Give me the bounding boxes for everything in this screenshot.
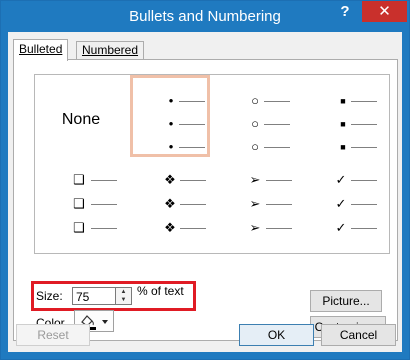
size-suffix: % of text [137, 284, 184, 298]
line-placeholder [180, 204, 206, 205]
arrowhead-icon: ➢ [249, 220, 261, 235]
size-spinner[interactable]: ▲ ▼ [116, 287, 132, 305]
bullet-option-four-diamond[interactable]: ❖ ❖ ❖ [130, 165, 210, 247]
line-placeholder [266, 228, 292, 229]
ok-button[interactable]: OK [239, 324, 314, 346]
arrowhead-icon: ➢ [249, 172, 261, 187]
line-placeholder [351, 228, 377, 229]
line-placeholder [264, 147, 290, 148]
tab-bulleted-label: Bulleted [19, 42, 63, 56]
bullet-option-hollow-square[interactable]: ❑ ❑ ❑ [41, 165, 121, 247]
hollow-square-icon: ❑ [73, 196, 85, 211]
small-dot-icon: • [168, 93, 174, 108]
size-input[interactable]: 75 [72, 287, 116, 305]
hollow-circle-icon: ○ [251, 139, 259, 154]
four-diamond-icon: ❖ [164, 196, 176, 211]
bullet-gallery: None • • • ○ ○ ○ ■ ■ ■ ❑ ❑ ❑ ❖ ❖ ❖ ➢ ➢ ➢… [34, 74, 390, 254]
line-placeholder [179, 124, 205, 125]
filled-square-icon: ■ [340, 119, 346, 129]
line-placeholder [91, 228, 117, 229]
four-diamond-icon: ❖ [164, 220, 176, 235]
none-label: None [61, 111, 101, 128]
bullet-option-small-dot[interactable]: • • • [130, 75, 210, 157]
line-placeholder [351, 204, 377, 205]
line-placeholder [91, 204, 117, 205]
tab-numbered-label: Numbered [82, 43, 139, 57]
bullet-option-filled-square[interactable]: ■ ■ ■ [305, 78, 385, 160]
filled-square-icon: ■ [340, 96, 346, 106]
checkmark-icon: ✓ [335, 220, 347, 235]
bullet-option-arrowhead[interactable]: ➢ ➢ ➢ [220, 165, 300, 247]
bullet-option-hollow-circle[interactable]: ○ ○ ○ [220, 78, 300, 160]
small-dot-icon: • [168, 116, 174, 131]
line-placeholder [351, 147, 377, 148]
line-placeholder [266, 204, 292, 205]
dialog-body: Bulleted Numbered None • • • ○ ○ ○ ■ ■ ■… [8, 32, 402, 352]
hollow-square-icon: ❑ [73, 172, 85, 187]
line-placeholder [180, 180, 206, 181]
title-bar[interactable]: Bullets and Numbering ? ✕ [1, 1, 409, 32]
close-button[interactable]: ✕ [362, 1, 407, 22]
spin-up-icon[interactable]: ▲ [116, 288, 131, 296]
size-label: Size: [36, 289, 63, 303]
picture-button[interactable]: Picture... [310, 290, 382, 312]
bullet-option-checkmark[interactable]: ✓ ✓ ✓ [305, 165, 385, 247]
line-placeholder [179, 101, 205, 102]
hollow-circle-icon: ○ [251, 116, 259, 131]
line-placeholder [264, 124, 290, 125]
line-placeholder [266, 180, 292, 181]
size-value: 75 [76, 290, 90, 304]
reset-button[interactable]: Reset [16, 324, 90, 346]
tab-numbered[interactable]: Numbered [76, 41, 145, 59]
dialog-window: Bullets and Numbering ? ✕ Bulleted Numbe… [0, 0, 410, 360]
tab-bulleted[interactable]: Bulleted [13, 39, 69, 61]
help-button[interactable]: ? [333, 1, 357, 23]
arrowhead-icon: ➢ [249, 196, 261, 211]
line-placeholder [180, 228, 206, 229]
hollow-circle-icon: ○ [251, 93, 259, 108]
line-placeholder [179, 147, 205, 148]
line-placeholder [351, 101, 377, 102]
line-placeholder [351, 124, 377, 125]
four-diamond-icon: ❖ [164, 172, 176, 187]
cancel-button[interactable]: Cancel [321, 324, 396, 346]
bulleted-tab-panel: None • • • ○ ○ ○ ■ ■ ■ ❑ ❑ ❑ ❖ ❖ ❖ ➢ ➢ ➢… [13, 59, 398, 341]
spin-down-icon[interactable]: ▼ [116, 296, 131, 304]
filled-square-icon: ■ [340, 142, 346, 152]
line-placeholder [264, 101, 290, 102]
line-placeholder [351, 180, 377, 181]
checkmark-icon: ✓ [335, 196, 347, 211]
small-dot-icon: • [168, 139, 174, 154]
checkmark-icon: ✓ [335, 172, 347, 187]
bullet-option-none[interactable]: None [41, 79, 121, 161]
hollow-square-icon: ❑ [73, 220, 85, 235]
line-placeholder [91, 180, 117, 181]
